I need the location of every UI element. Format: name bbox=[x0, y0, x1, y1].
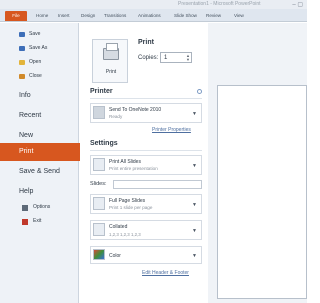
printer-icon bbox=[103, 43, 119, 60]
edit-header-footer-link[interactable]: Edit Header & Footer bbox=[142, 270, 189, 276]
collate-sub: 1,2,3 1,2,3 1,2,3 bbox=[109, 232, 141, 237]
options-icon bbox=[22, 205, 28, 211]
exit-icon bbox=[22, 219, 28, 225]
folder-icon bbox=[19, 60, 25, 65]
settings-heading: Settings bbox=[90, 140, 118, 147]
layout-dropdown[interactable]: Full Page Slides Print 1 slide per page … bbox=[90, 194, 202, 214]
nav-save-as[interactable]: Save As bbox=[0, 43, 79, 53]
collate-title: Collated bbox=[109, 224, 128, 230]
chevron-down-icon: ▼ bbox=[192, 163, 197, 169]
nav-exit[interactable]: Exit bbox=[0, 216, 79, 227]
print-button-label: Print bbox=[105, 69, 117, 75]
copies-label: Copies: bbox=[138, 55, 159, 61]
nav-save-send[interactable]: Save & Send bbox=[0, 163, 79, 181]
nav-save-label: Save bbox=[29, 31, 41, 37]
nav-info[interactable]: Info bbox=[0, 87, 79, 105]
nav-save-as-label: Save As bbox=[29, 45, 48, 51]
backstage-nav: Save Save As Open Close Info Recent New … bbox=[0, 23, 90, 303]
copies-input[interactable]: 1 ▲ ▼ bbox=[160, 52, 192, 63]
print-button[interactable]: Print bbox=[92, 39, 128, 83]
tab-file[interactable]: File bbox=[5, 11, 27, 21]
tab-animations[interactable]: Animations bbox=[138, 11, 161, 21]
print-title: Print bbox=[138, 39, 154, 46]
tab-review[interactable]: Review bbox=[206, 11, 221, 21]
printer-status: Ready bbox=[109, 114, 123, 119]
chevron-down-icon: ▼ bbox=[192, 253, 197, 259]
nav-open-label: Open bbox=[29, 59, 42, 65]
printer-dropdown[interactable]: Send To OneNote 2010 Ready ▼ bbox=[90, 103, 202, 123]
tab-design[interactable]: Design bbox=[81, 11, 95, 21]
nav-exit-label: Exit bbox=[33, 218, 42, 224]
layout-sub: Print 1 slide per page bbox=[109, 205, 153, 210]
print-range-dropdown[interactable]: Print All Slides Print entire presentati… bbox=[90, 155, 202, 175]
nav-close-label: Close bbox=[29, 73, 42, 79]
chevron-down-icon: ▼ bbox=[192, 228, 197, 234]
print-settings-panel: Print Print Copies: 1 ▲ ▼ Printer Send To… bbox=[80, 23, 208, 303]
tab-transitions[interactable]: Transitions bbox=[104, 11, 126, 21]
printer-heading: Printer bbox=[90, 88, 113, 95]
tab-view[interactable]: View bbox=[234, 11, 244, 21]
window-title: Presentation1 - Microsoft PowerPoint bbox=[178, 1, 261, 7]
nav-save[interactable]: Save bbox=[0, 29, 79, 39]
nav-open[interactable]: Open bbox=[0, 57, 79, 67]
nav-print[interactable]: Print bbox=[0, 143, 90, 161]
save-icon bbox=[19, 32, 25, 37]
slides-icon bbox=[93, 158, 105, 171]
divider bbox=[90, 150, 202, 151]
nav-close[interactable]: Close bbox=[0, 71, 79, 81]
printer-name: Send To OneNote 2010 bbox=[109, 107, 162, 113]
chevron-down-icon: ▼ bbox=[192, 202, 197, 208]
color-icon bbox=[93, 249, 105, 260]
slides-input[interactable] bbox=[113, 180, 202, 189]
nav-recent[interactable]: Recent bbox=[0, 107, 79, 125]
title-bar: Presentation1 - Microsoft PowerPoint – ▢ bbox=[0, 0, 307, 9]
copies-value: 1 bbox=[164, 55, 168, 61]
save-as-icon bbox=[19, 46, 25, 51]
slides-label: Slides: bbox=[90, 181, 107, 187]
tab-insert[interactable]: Insert bbox=[58, 11, 70, 21]
color-dropdown[interactable]: Color ▼ bbox=[90, 246, 202, 264]
print-range-title: Print All Slides bbox=[109, 159, 141, 165]
chevron-down-icon: ▼ bbox=[192, 111, 197, 117]
printer-device-icon bbox=[93, 106, 105, 119]
close-file-icon bbox=[19, 74, 25, 79]
full-page-icon bbox=[93, 197, 105, 210]
info-icon[interactable] bbox=[197, 89, 202, 94]
collate-dropdown[interactable]: Collated 1,2,3 1,2,3 1,2,3 ▼ bbox=[90, 220, 202, 240]
nav-options[interactable]: Options bbox=[0, 202, 79, 213]
print-range-sub: Print entire presentation bbox=[109, 166, 158, 171]
tab-home[interactable]: Home bbox=[36, 11, 48, 21]
ribbon-tabs: File Home Insert Design Transitions Anim… bbox=[0, 9, 307, 22]
copies-spinner[interactable]: ▲ ▼ bbox=[186, 54, 190, 62]
nav-help[interactable]: Help bbox=[0, 183, 79, 201]
nav-options-label: Options bbox=[33, 204, 51, 210]
preview-page bbox=[217, 85, 307, 299]
collate-icon bbox=[93, 223, 105, 236]
color-title: Color bbox=[109, 253, 121, 259]
printer-properties-link[interactable]: Printer Properties bbox=[152, 127, 191, 133]
layout-title: Full Page Slides bbox=[109, 198, 146, 204]
divider bbox=[90, 98, 202, 99]
tab-slide-show[interactable]: Slide Show bbox=[174, 11, 197, 21]
print-preview bbox=[208, 23, 307, 303]
window-controls[interactable]: – ▢ bbox=[292, 1, 303, 8]
